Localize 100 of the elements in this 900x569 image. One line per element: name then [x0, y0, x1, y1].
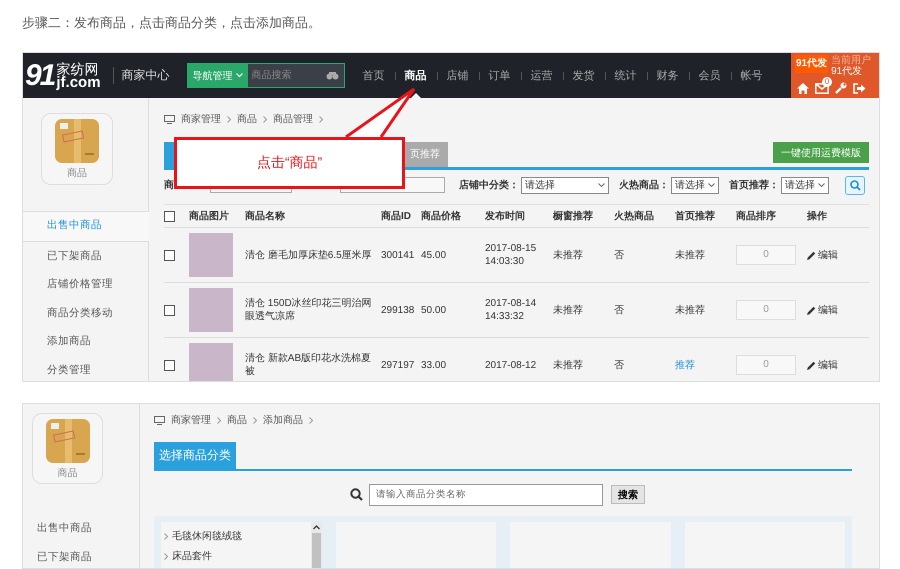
photo-placeholder [189, 288, 233, 332]
table-cell: 未推荐 [675, 248, 705, 262]
table-cell-text: 45.00 [421, 248, 448, 262]
table-cell-text: 33.00 [421, 358, 448, 372]
breadcrumb-link[interactable]: 商家管理 [181, 112, 221, 126]
table-cell-text: 300141 [381, 248, 416, 262]
column-header: 首页推荐 [675, 210, 716, 224]
sidebar-item[interactable]: 已下架商品 [23, 242, 148, 270]
chevron-icon [164, 532, 168, 540]
column-header: 商品排序 [736, 209, 777, 224]
pencil-icon [807, 360, 816, 370]
logout-icon[interactable] [853, 82, 866, 94]
chevron-icon [309, 416, 313, 424]
user-label: 当前用户 [831, 55, 872, 66]
table-cell-text: 未推荐 [553, 304, 584, 318]
chevron-icon [217, 416, 221, 424]
sidebar-item[interactable]: 商品分类移动 [23, 298, 148, 327]
column-header: 商品ID [381, 209, 412, 224]
filter-label: 首页推荐： [729, 178, 779, 192]
checkbox[interactable] [164, 304, 175, 316]
nav-item[interactable]: 统计 [604, 53, 647, 98]
step-heading: 步骤二：发布商品，点击商品分类，点击添加商品。 [22, 14, 322, 32]
sidebar-item[interactable]: 添加商品 [23, 327, 148, 356]
table-cell: 2017-08-14 [485, 297, 536, 310]
table-cell-text: 否 [614, 304, 625, 318]
table-cell-text: 未推荐 [553, 248, 584, 262]
sidebar-item[interactable]: 已下架商品 [23, 543, 139, 568]
column-header: 商品图片 [189, 209, 230, 224]
filter-label: 火热商品： [619, 178, 669, 192]
chevron-icon [263, 116, 267, 122]
monitor-icon [154, 416, 165, 424]
nav-item[interactable]: 财务 [646, 53, 689, 98]
sidebar-item[interactable]: 店铺价格管理 [23, 270, 148, 298]
sidebar-item[interactable]: 出售中商品 [23, 514, 139, 543]
column-header: 火热商品 [614, 209, 655, 224]
breadcrumb-link[interactable]: 商品 [227, 413, 247, 427]
table-cell-text: 否 [614, 358, 625, 372]
monitor-icon [164, 114, 175, 124]
select-field[interactable]: 请选择 [671, 176, 719, 194]
chevron-icon [164, 552, 168, 560]
edit-link[interactable]: 编辑 [807, 304, 838, 316]
table-cell-text: 否 [614, 248, 625, 262]
filter-label: 商 [164, 178, 174, 192]
table-cell-text: 299138 [381, 304, 416, 318]
search-field[interactable]: 请输入商品分类名称 [369, 484, 603, 506]
chevron-icon [253, 416, 257, 424]
nav-item[interactable]: 订单 [478, 53, 521, 98]
home-icon[interactable] [797, 82, 809, 94]
table-cell-text: 清仓 150D冰丝印花三明治网眼透气凉席 [245, 296, 373, 324]
category-item[interactable]: 床品套件 [161, 546, 310, 566]
edit-link[interactable]: 编辑 [807, 358, 838, 372]
checkbox[interactable] [164, 250, 175, 260]
column-header: 橱窗推荐 [553, 210, 594, 224]
search-icon [350, 488, 363, 501]
nav-item[interactable]: 运营 [520, 53, 563, 98]
card-label: 商品 [58, 466, 78, 480]
filter-label: 店铺中分类： [459, 178, 519, 192]
caret-icon [708, 183, 715, 187]
breadcrumb-link[interactable]: 添加商品 [263, 413, 303, 427]
column-header: 发布时间 [485, 210, 526, 224]
table-cell-text: 清仓 新款AB版印花水洗棉夏被 [245, 352, 372, 379]
nav-item[interactable]: 首页 [352, 53, 395, 98]
caret-icon[interactable] [312, 525, 320, 530]
photo-placeholder [189, 233, 233, 277]
nav-item[interactable]: 发货 [562, 53, 605, 98]
category-item[interactable]: 毛毯休闲毯绒毯 [161, 526, 310, 546]
nav-item[interactable]: 店铺 [436, 53, 479, 98]
sidebar-item[interactable]: 分类管理 [23, 356, 148, 381]
nav-item[interactable]: 会员 [688, 53, 731, 98]
table-cell-text: 清仓 磨毛加厚床垫6.5厘米厚 [245, 248, 373, 262]
photo-placeholder [189, 343, 233, 381]
checkbox[interactable] [164, 210, 175, 222]
pencil-icon [807, 306, 816, 314]
card-label: 商品 [67, 166, 87, 180]
column-header: 商品价格 [421, 209, 462, 224]
breadcrumb-link[interactable]: 商品 [237, 112, 257, 126]
scrollbar[interactable] [310, 522, 322, 568]
package-icon [46, 419, 90, 463]
search-button[interactable] [845, 176, 865, 194]
checkbox[interactable] [164, 360, 175, 370]
table-cell: 14:33:32 [485, 310, 524, 323]
user-name: 91代发 [831, 66, 864, 77]
select-field[interactable]: 请选择 [781, 176, 829, 194]
caret-icon [818, 183, 825, 187]
breadcrumb-link[interactable]: 商家管理 [171, 413, 211, 427]
edit-link[interactable]: 编辑 [807, 248, 838, 262]
center-title: 商家中心 [112, 67, 170, 84]
table-cell-text: 297197 [381, 358, 416, 372]
breadcrumb-link[interactable]: 商品管理 [273, 112, 313, 126]
table-cell: 2017-08-12 [485, 358, 536, 372]
nav-item[interactable]: 帐号 [730, 53, 773, 98]
pencil-icon [807, 250, 816, 260]
package-icon [55, 119, 99, 163]
search-button[interactable]: 搜索 [611, 485, 645, 504]
caret-icon [598, 183, 605, 187]
select-field[interactable]: 请选择 [521, 176, 609, 194]
wrench-icon[interactable] [835, 82, 847, 94]
search-icon [850, 180, 860, 190]
table-cell: 未推荐 [675, 304, 705, 316]
chevron-icon [227, 116, 231, 122]
